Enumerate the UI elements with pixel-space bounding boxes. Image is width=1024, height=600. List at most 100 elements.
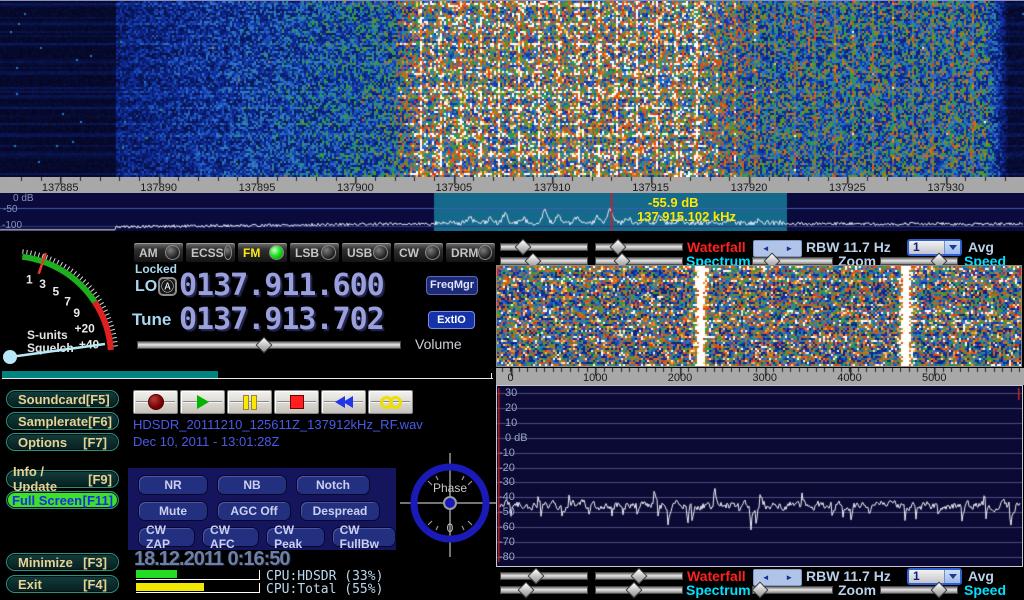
waterfall-contrast-slider-bottom[interactable]	[595, 570, 683, 582]
hdsdr-window: 1378851378901378951379001379051379101379…	[0, 0, 1024, 600]
rewind-button[interactable]	[321, 390, 366, 414]
dropdown-arrow-icon[interactable]	[944, 241, 960, 254]
extio-button[interactable]: ExtIO	[428, 311, 475, 329]
waterfall-contrast-slider-top[interactable]	[595, 241, 683, 253]
mode-button-lsb[interactable]: LSB	[289, 242, 340, 263]
rf-waterfall-display[interactable]	[0, 1, 1024, 177]
volume-label: Volume	[415, 336, 462, 352]
cw-peak-button[interactable]: CW Peak	[266, 527, 325, 547]
am-led-icon	[165, 245, 180, 260]
lo-frequency-display[interactable]: 0137.911.600	[179, 271, 384, 301]
agc-button[interactable]: AGC Off	[217, 501, 291, 521]
full-screen-button[interactable]: Full Screen[F11]	[6, 491, 119, 509]
svg-text:1: 1	[26, 272, 33, 286]
mode-button-drm[interactable]: DRM	[445, 242, 496, 263]
options-button[interactable]: Options[F7]	[6, 433, 119, 451]
phase-dial[interactable]: Phase 0	[400, 450, 500, 560]
rf-spectrum-display[interactable]	[0, 193, 1024, 231]
mode-button-usb[interactable]: USB	[341, 242, 392, 263]
pause-button[interactable]	[227, 390, 272, 414]
spectrum-amplitude-slider-bottom[interactable]	[500, 584, 588, 596]
zoom-label-bottom: Zoom	[838, 582, 876, 598]
audio-scale-tick-label: 2000	[668, 372, 692, 384]
dropdown-arrow-icon[interactable]	[944, 570, 960, 583]
cw-zap-button[interactable]: CW ZAP	[138, 527, 195, 547]
locked-label: Locked	[135, 262, 177, 276]
cw-afc-button[interactable]: CW AFC	[202, 527, 259, 547]
smeter-needle-pivot	[3, 350, 17, 364]
audio-db-tick-label: -10	[499, 448, 515, 459]
record-button[interactable]	[133, 390, 178, 414]
avg-dropdown-top[interactable]: 1	[907, 239, 962, 256]
mute-button[interactable]: Mute	[138, 501, 208, 521]
svg-text:+20: +20	[75, 321, 96, 335]
recorder-transport	[133, 390, 413, 414]
play-button[interactable]	[180, 390, 225, 414]
stop-icon	[290, 395, 304, 409]
date-time-display: 18.12.2011 0:16:50	[134, 548, 290, 571]
info-update-button[interactable]: Info / Update[F9]	[6, 470, 119, 488]
rbw-increase-icon[interactable]: ►	[785, 245, 793, 253]
audio-db-tick-label: -50	[499, 507, 515, 518]
exit-button[interactable]: Exit[F4]	[6, 575, 119, 593]
s-meter[interactable]: 13579+20+40 S-units Squelch	[0, 238, 128, 388]
audio-db-tick-label: 0 dB	[505, 433, 528, 444]
minimize-button[interactable]: Minimize[F3]	[6, 553, 119, 571]
cw-fullbw-button[interactable]: CW FullBw	[332, 527, 396, 547]
volume-slider[interactable]	[137, 339, 401, 351]
phase-label: Phase	[433, 481, 467, 495]
nr-button[interactable]: NR	[138, 475, 208, 495]
audio-db-tick-label: -30	[499, 477, 515, 488]
audio-frequency-scale[interactable]: 010002000300040005000	[496, 368, 1024, 385]
rewind-icon	[336, 396, 352, 408]
mode-button-fm[interactable]: FM	[237, 242, 288, 263]
usb-led-icon	[373, 245, 388, 260]
audio-waterfall-display[interactable]	[496, 265, 1022, 367]
rbw-decrease-icon[interactable]: ◄	[762, 574, 770, 582]
spectrum-toggle-bottom[interactable]: Spectrum	[686, 582, 751, 598]
lsb-led-icon	[321, 245, 336, 260]
cw-led-icon	[425, 245, 440, 260]
speed-slider-bottom[interactable]	[880, 584, 958, 596]
nb-button[interactable]: NB	[217, 475, 287, 495]
audio-scale-tick-label: 0	[507, 372, 513, 384]
audio-db-tick-label: 20	[505, 403, 517, 414]
despread-button[interactable]: Despread	[300, 501, 380, 521]
waterfall-brightness-slider-bottom[interactable]	[500, 570, 588, 582]
audio-db-tick-label: -20	[499, 463, 515, 474]
svg-text:7: 7	[64, 294, 71, 308]
stop-button[interactable]	[274, 390, 319, 414]
audio-spectrum-display[interactable]: 3020100 dB-10-20-30-40-50-60-70-80	[496, 385, 1023, 567]
lo-auto-button[interactable]: Ⓐ	[158, 277, 177, 296]
avg-dropdown-bottom[interactable]: 1	[907, 568, 962, 585]
pause-icon	[242, 395, 258, 410]
waterfall-brightness-slider-top[interactable]	[500, 241, 588, 253]
mode-button-am[interactable]: AM	[133, 242, 184, 263]
spectrum-range-slider-bottom[interactable]	[595, 584, 683, 596]
soundcard-button[interactable]: Soundcard[F5]	[6, 390, 119, 408]
rf-frequency-scale[interactable]: 1378851378901378951379001379051379101379…	[0, 177, 1024, 193]
mode-button-ecss[interactable]: ECSS	[185, 242, 236, 263]
volume-slider-thumb[interactable]	[255, 337, 272, 354]
tune-frequency-display[interactable]: 0137.913.702	[179, 305, 384, 335]
samplerate-button[interactable]: Samplerate[F6]	[6, 412, 119, 430]
audio-db-tick-label: -70	[499, 537, 515, 548]
rbw-decrease-icon[interactable]: ◄	[762, 245, 770, 253]
svg-text:9: 9	[73, 306, 80, 320]
phase-center-dot	[444, 497, 456, 509]
rbw-increase-icon[interactable]: ►	[785, 574, 793, 582]
mode-button-cw[interactable]: CW	[393, 242, 444, 263]
cpu-total-label: CPU:Total (55%)	[266, 582, 383, 597]
lo-label: LO	[135, 278, 157, 296]
freqmgr-button[interactable]: FreqMgr	[426, 276, 478, 295]
signal-level-readout: -55.9 dB	[648, 195, 699, 210]
audio-scale-tick-label: 1000	[583, 372, 607, 384]
svg-text:5: 5	[53, 284, 60, 298]
zoom-slider-bottom[interactable]	[752, 584, 833, 596]
notch-button[interactable]: Notch	[296, 475, 370, 495]
play-icon	[197, 395, 209, 409]
audio-scale-tick-label: 5000	[922, 372, 946, 384]
squelch-level-bar	[2, 371, 218, 378]
loop-button[interactable]	[368, 390, 413, 414]
audio-db-tick-label: 30	[505, 388, 517, 399]
